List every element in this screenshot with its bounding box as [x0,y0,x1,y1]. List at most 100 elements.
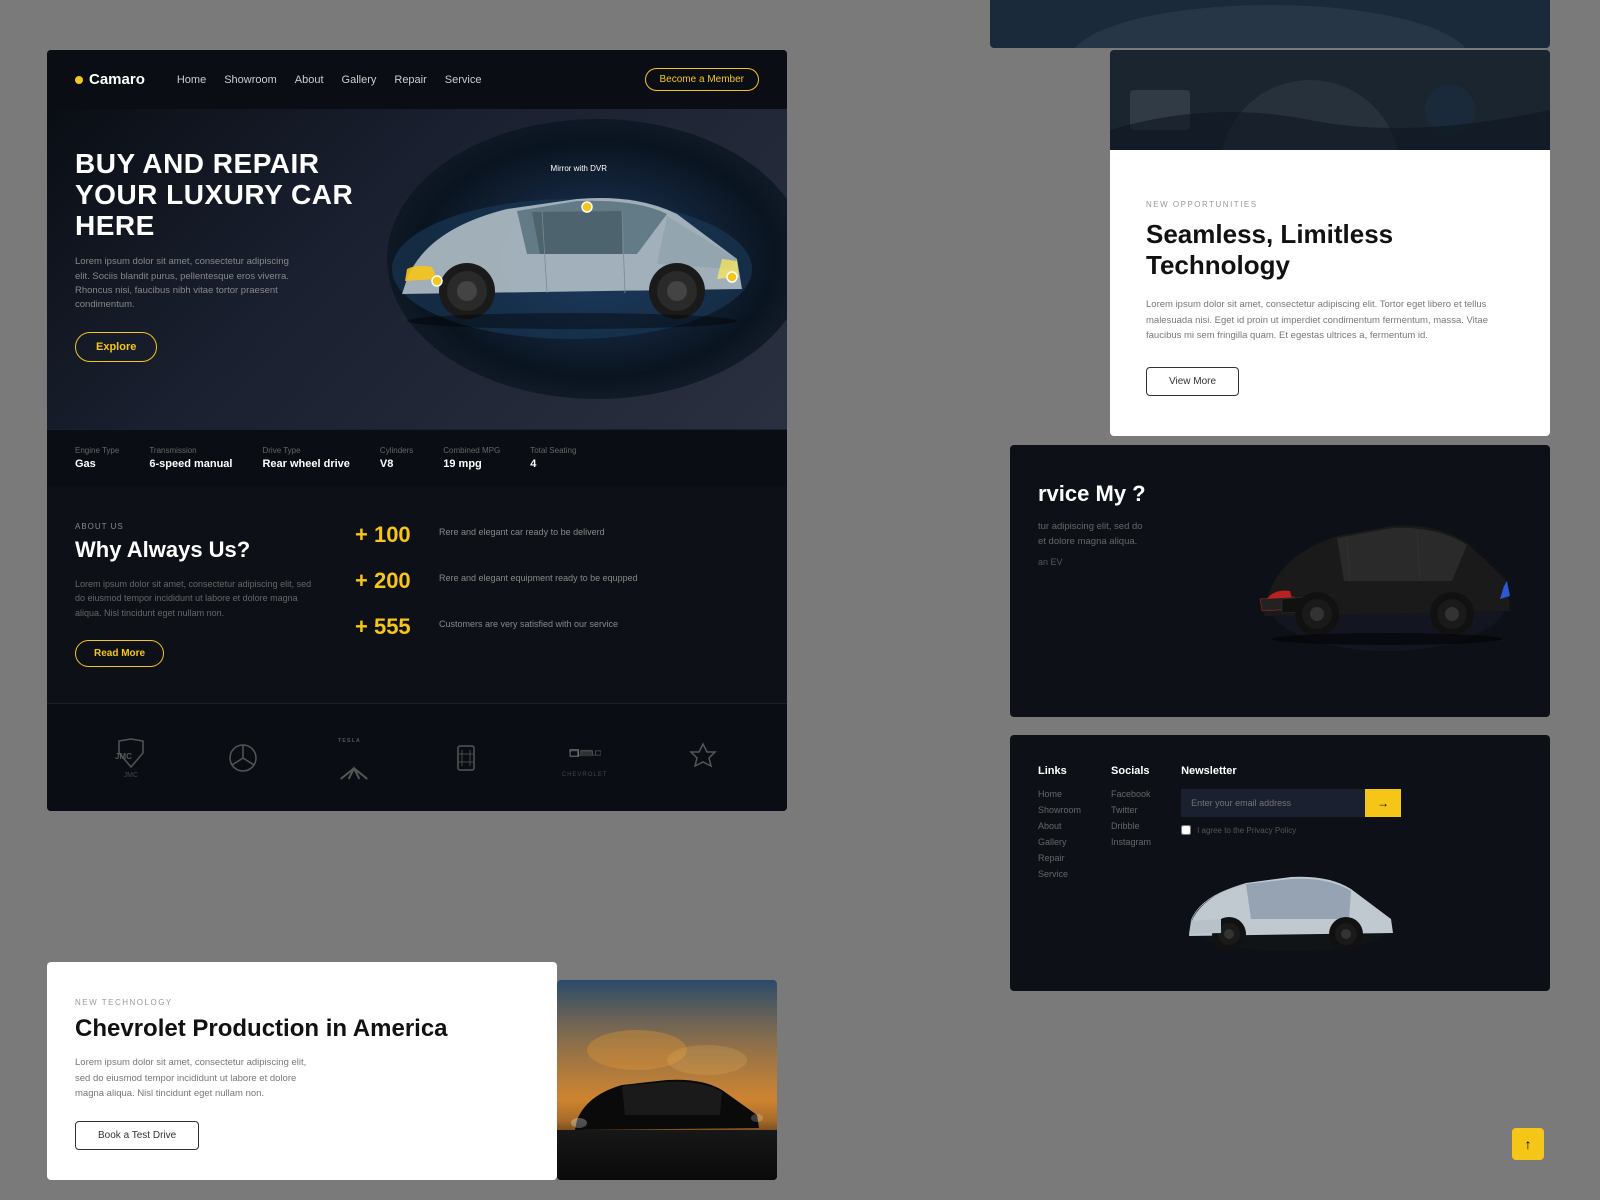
hero-section: Mirror with DVR BUY AND REPAIR YOUR LUXU… [47,109,787,429]
spec-engine-value: Gas [75,458,119,470]
newsletter-input-row: → [1181,789,1401,817]
blp-title: Chevrolet Production in America [75,1015,529,1043]
spec-drive-label: Drive Type [262,446,349,455]
footer-link-service[interactable]: Service [1038,869,1081,879]
stat-desc-1: Rere and elegant car ready to be deliver… [439,522,605,540]
service-car-image [1252,481,1522,671]
spec-mpg-label: Combined MPG [443,446,500,455]
spec-trans-label: Transmission [149,446,232,455]
become-member-button[interactable]: Become a Member [645,68,759,91]
footer-link-repair[interactable]: Repair [1038,853,1081,863]
page-wrapper: Camaro Home Showroom About Gallery Repai… [0,0,1600,1200]
footer-link-about[interactable]: About [1038,821,1081,831]
newsletter-checkbox[interactable] [1181,825,1191,835]
footer-links-title: Links [1038,765,1081,777]
footer-columns: Links Home Showroom About Gallery Repair… [1038,765,1522,961]
spec-mpg: Combined MPG 19 mpg [443,446,500,470]
main-nav: Camaro Home Showroom About Gallery Repai… [47,50,787,109]
stat-num-2: + 200 [355,568,425,594]
stat-num-1: + 100 [355,522,425,548]
footer-social-facebook[interactable]: Facebook [1111,789,1151,799]
stat-row-1: + 100 Rere and elegant car ready to be d… [355,522,739,548]
mrp-note: an EV [1038,557,1232,567]
footer-social-dribble[interactable]: Dribble [1111,821,1151,831]
footer-links-col: Links Home Showroom About Gallery Repair… [1038,765,1081,961]
rw-desc: Lorem ipsum dolor sit amet, consectetur … [1146,297,1514,343]
footer-social-instagram[interactable]: Instagram [1111,837,1151,847]
mrp-desc: tur adipiscing elit, sed doet dolore mag… [1038,519,1232,549]
brand-ferrari [450,742,482,774]
about-stats: + 100 Rere and elegant car ready to be d… [335,522,759,667]
nav-home[interactable]: Home [177,74,206,86]
explore-button[interactable]: Explore [75,332,157,362]
spec-drive: Drive Type Rear wheel drive [262,446,349,470]
brand-tesla: TESLA [338,724,370,791]
nav-links: Home Showroom About Gallery Repair Servi… [177,74,623,86]
nav-showroom[interactable]: Showroom [224,74,277,86]
newsletter-checkbox-row: I agree to the Privacy Policy [1181,825,1401,835]
bottom-car-scene [557,980,777,1180]
spec-cyl-value: V8 [380,458,413,470]
rw-tag: NEW OPPORTUNITIES [1146,200,1514,209]
mrp-title: rvice My ? [1038,481,1232,507]
spec-cyl-label: Cylinders [380,446,413,455]
footer-link-home[interactable]: Home [1038,789,1081,799]
svg-text:JMC: JMC [115,752,132,761]
rw-title: Seamless, Limitless Technology [1146,219,1514,281]
newsletter-submit-button[interactable]: → [1365,789,1401,817]
footer-newsletter-title: Newsletter [1181,765,1401,777]
footer-socials-col: Socials Facebook Twitter Dribble Instagr… [1111,765,1151,961]
book-test-drive-button[interactable]: Book a Test Drive [75,1121,199,1150]
brand-chevrolet-label: CHEVROLET [562,772,608,778]
mid-right-panel: rvice My ? tur adipiscing elit, sed doet… [1010,445,1550,717]
hero-content: BUY AND REPAIR YOUR LUXURY CAR HERE Lore… [75,149,395,362]
about-section: ABOUT US Why Always Us? Lorem ipsum dolo… [47,486,787,703]
spec-mpg-value: 19 mpg [443,458,500,470]
spec-transmission: Transmission 6-speed manual [149,446,232,470]
bottom-left-panel: NEW TECHNOLOGY Chevrolet Production in A… [47,962,557,1180]
brand-mercedes [227,742,259,774]
footer-link-showroom[interactable]: Showroom [1038,805,1081,815]
svg-text:TESLA: TESLA [338,738,361,744]
brand-jmc: JMC JMC [115,737,147,779]
footer-link-gallery[interactable]: Gallery [1038,837,1081,847]
top-car-image [990,0,1550,48]
about-tag: ABOUT US [75,522,315,531]
spec-drive-value: Rear wheel drive [262,458,349,470]
about-desc: Lorem ipsum dolor sit amet, consectetur … [75,577,315,620]
spec-trans-value: 6-speed manual [149,458,232,470]
nav-service[interactable]: Service [445,74,482,86]
footer-socials-title: Socials [1111,765,1151,777]
brand-mitsubishi [687,742,719,774]
main-panel: Camaro Home Showroom About Gallery Repai… [47,50,787,811]
specs-bar: Engine Type Gas Transmission 6-speed man… [47,429,787,486]
about-title: Why Always Us? [75,537,315,563]
brand-chevrolet: CHEVROLET [562,737,608,778]
blp-desc: Lorem ipsum dolor sit amet, consectetur … [75,1055,315,1101]
spec-cylinders: Cylinders V8 [380,446,413,470]
stat-desc-2: Rere and elegant equipment ready to be e… [439,568,638,586]
footer-social-twitter[interactable]: Twitter [1111,805,1151,815]
spec-engine-label: Engine Type [75,446,119,455]
scroll-to-top-button[interactable]: ↑ [1512,1128,1544,1160]
view-more-button[interactable]: View More [1146,367,1239,396]
bottom-scene-image [557,980,777,1180]
brand-jmc-label: JMC [124,772,138,779]
right-white-panel: NEW OPPORTUNITIES Seamless, Limitless Te… [1110,50,1550,436]
mirror-label: Mirror with DVR [551,164,607,173]
nav-about[interactable]: About [295,74,324,86]
nav-repair[interactable]: Repair [394,74,426,86]
stat-row-2: + 200 Rere and elegant equipment ready t… [355,568,739,594]
spec-seating: Total Seating 4 [530,446,576,470]
blp-tag: NEW TECHNOLOGY [75,998,529,1007]
footer-section: Links Home Showroom About Gallery Repair… [1010,735,1550,991]
footer-newsletter-col: Newsletter → I agree to the Privacy Poli… [1181,765,1401,961]
brands-bar: JMC JMC TESLA CHEVROLET [47,703,787,811]
newsletter-email-input[interactable] [1181,789,1365,817]
about-left: ABOUT US Why Always Us? Lorem ipsum dolo… [75,522,335,667]
nav-gallery[interactable]: Gallery [342,74,377,86]
spec-seat-label: Total Seating [530,446,576,455]
logo-text: Camaro [89,71,145,88]
logo: Camaro [75,71,145,88]
read-more-button[interactable]: Read More [75,640,164,667]
